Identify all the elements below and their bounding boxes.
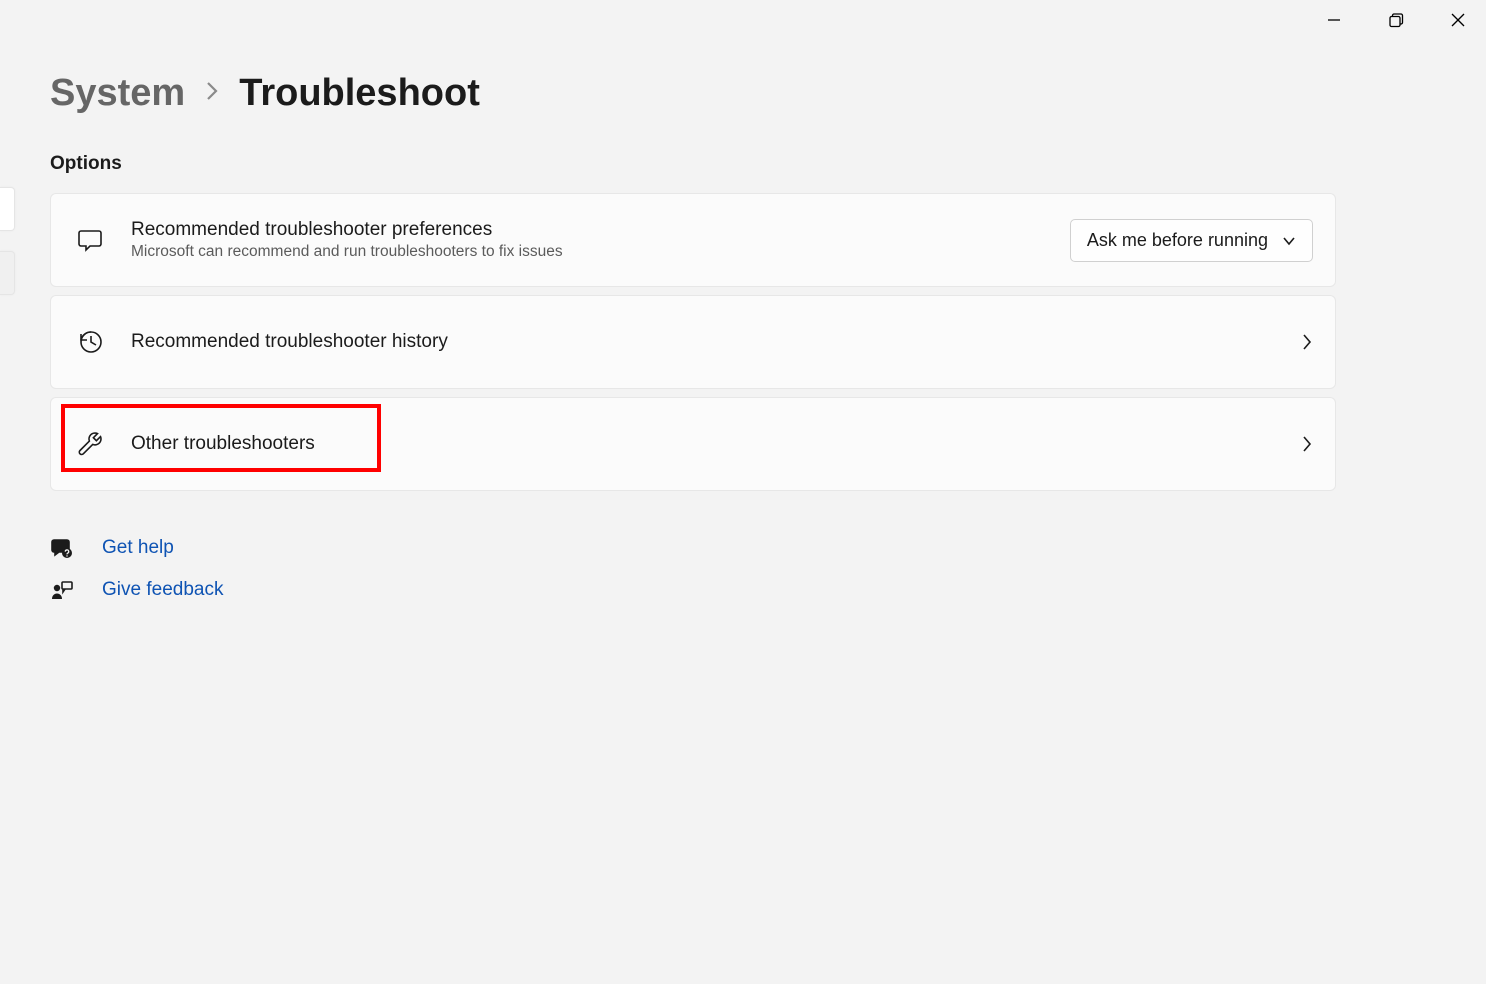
window-controls xyxy=(1320,0,1486,40)
card-title: Recommended troubleshooter preferences xyxy=(131,219,1070,241)
preferences-dropdown[interactable]: Ask me before running xyxy=(1070,219,1313,262)
get-help-icon xyxy=(50,537,74,559)
history-icon xyxy=(73,328,107,356)
card-title: Recommended troubleshooter history xyxy=(131,331,1301,353)
speech-bubble-icon xyxy=(73,227,107,253)
window-close-button[interactable] xyxy=(1444,6,1472,34)
window-minimize-button[interactable] xyxy=(1320,6,1348,34)
chevron-right-icon xyxy=(1301,435,1313,453)
give-feedback-icon xyxy=(50,579,74,601)
card-troubleshooter-history[interactable]: Recommended troubleshooter history xyxy=(50,295,1336,389)
give-feedback-link[interactable]: Give feedback xyxy=(102,579,223,601)
chevron-down-icon xyxy=(1282,230,1296,251)
get-help-link[interactable]: Get help xyxy=(102,537,174,559)
breadcrumb-parent-system[interactable]: System xyxy=(50,72,185,115)
dropdown-value: Ask me before running xyxy=(1087,230,1268,251)
section-label-options: Options xyxy=(50,153,1336,175)
card-title: Other troubleshooters xyxy=(131,433,1301,455)
wrench-icon xyxy=(73,430,107,458)
breadcrumb: System Troubleshoot xyxy=(50,72,1336,115)
side-handle xyxy=(0,187,15,231)
window-maximize-button[interactable] xyxy=(1382,6,1410,34)
side-handle-secondary xyxy=(0,251,15,295)
help-links: Get help Give feedback xyxy=(50,537,1336,601)
chevron-right-icon xyxy=(205,80,219,107)
card-subtitle: Microsoft can recommend and run troubles… xyxy=(131,243,1070,261)
page-title: Troubleshoot xyxy=(239,72,480,115)
card-troubleshooter-preferences: Recommended troubleshooter preferences M… xyxy=(50,193,1336,287)
chevron-right-icon xyxy=(1301,333,1313,351)
card-other-troubleshooters[interactable]: Other troubleshooters xyxy=(50,397,1336,491)
